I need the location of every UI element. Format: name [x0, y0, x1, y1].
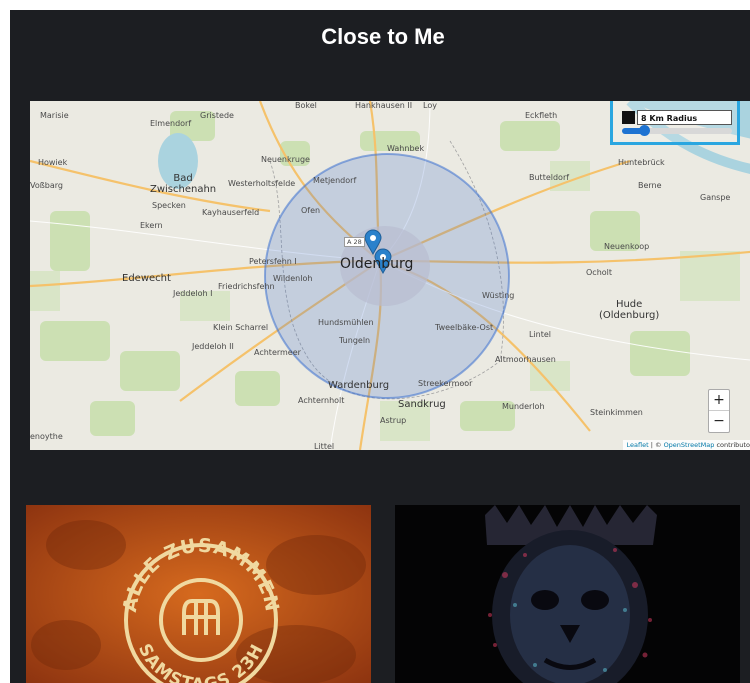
place-label: Altmoorhausen: [495, 355, 556, 364]
place-label: Edewecht: [122, 273, 171, 284]
place-label: Friedrichsfehn: [218, 282, 275, 291]
place-label: Achtermeer: [254, 348, 301, 357]
place-label: Streekermoor: [418, 379, 473, 388]
event-card[interactable]: [395, 505, 740, 683]
place-label: Ocholt: [586, 268, 613, 277]
place-label: Sandkrug: [398, 399, 446, 410]
map-view[interactable]: Marisie Elmendorf Gristede Bokel Hankhau…: [30, 101, 750, 450]
radius-label: 8 Km Radius: [637, 110, 732, 125]
place-label: Butteldorf: [529, 173, 570, 182]
place-label: Jeddeloh I: [173, 289, 213, 298]
place-label: Wildenloh: [273, 274, 313, 283]
place-label: Voßbarg: [30, 181, 63, 190]
place-label: Astrup: [380, 416, 407, 425]
page-frame: Close to Me Marisie Elmendorf Gristede B…: [10, 10, 750, 683]
road-shield: A 28: [344, 237, 365, 247]
event-card[interactable]: ALLE ZUSAMMEN SAMSTAGS 23H: [26, 505, 371, 683]
zoom-control: + −: [708, 389, 730, 433]
place-label: Hankhausen II: [355, 101, 413, 110]
attribution-suffix: contributors: [716, 441, 750, 449]
place-label: Kayhauserfeld: [202, 208, 260, 217]
place-label: Jeddeloh II: [192, 342, 234, 351]
zoom-in-button[interactable]: +: [709, 390, 729, 411]
place-label: enoythe: [30, 432, 63, 441]
page-title: Close to Me: [321, 24, 445, 49]
place-label: Tweelbäke-Ost: [435, 323, 494, 332]
place-label: Tungeln: [339, 336, 371, 345]
place-label: Neuenkoop: [604, 242, 650, 251]
zoom-out-button[interactable]: −: [709, 411, 729, 432]
place-label: Berne: [638, 181, 662, 190]
event-poster-image: ALLE ZUSAMMEN SAMSTAGS 23H: [26, 505, 371, 683]
place-label: Wardenburg: [328, 380, 390, 391]
place-label: Specken: [152, 201, 186, 210]
place-label: Eckfleth: [525, 111, 558, 120]
place-label: Loy: [423, 101, 437, 110]
place-label: Wahnbek: [387, 144, 425, 153]
radius-control: 8 Km Radius: [610, 101, 740, 145]
place-label: Howiek: [38, 158, 68, 167]
place-label: Munderloh: [502, 402, 545, 411]
attribution-separator: | ©: [648, 441, 664, 449]
place-label: Westerholtsfelde: [228, 179, 296, 188]
place-label: Hude (Oldenburg): [599, 299, 660, 321]
place-label: Ganspe: [700, 193, 731, 202]
place-label: Achternholt: [298, 396, 345, 405]
place-label: Bad Zwischenahn: [150, 173, 217, 195]
radius-toggle-icon[interactable]: [622, 111, 635, 124]
place-label: Bokel: [295, 101, 317, 110]
place-label: Elmendorf: [150, 119, 192, 128]
osm-link[interactable]: OpenStreetMap: [664, 441, 715, 449]
place-label: Gristede: [200, 111, 234, 120]
place-label: Huntebrück: [618, 158, 665, 167]
place-label: Metjendorf: [313, 176, 357, 185]
event-poster-image: [395, 505, 740, 683]
place-label: Ofen: [301, 206, 321, 215]
leaflet-link[interactable]: Leaflet: [627, 441, 649, 449]
radius-slider[interactable]: [622, 125, 732, 136]
place-label: Wüsting: [482, 291, 515, 300]
place-label: Lintel: [529, 330, 552, 339]
place-label: Neuenkruge: [261, 155, 310, 164]
place-label: Steinkimmen: [590, 408, 643, 417]
place-label: Littel: [314, 442, 335, 450]
place-label: Hundsmühlen: [318, 318, 374, 327]
radius-slider-thumb[interactable]: [639, 125, 650, 136]
place-label: Marisie: [40, 111, 69, 120]
map-attribution: Leaflet | © OpenStreetMap contributors: [622, 440, 750, 450]
place-label: Petersfehn I: [249, 257, 297, 266]
place-label: Klein Scharrel: [213, 323, 269, 332]
place-label-city: Oldenburg: [340, 256, 414, 272]
place-label: Ekern: [140, 221, 163, 230]
